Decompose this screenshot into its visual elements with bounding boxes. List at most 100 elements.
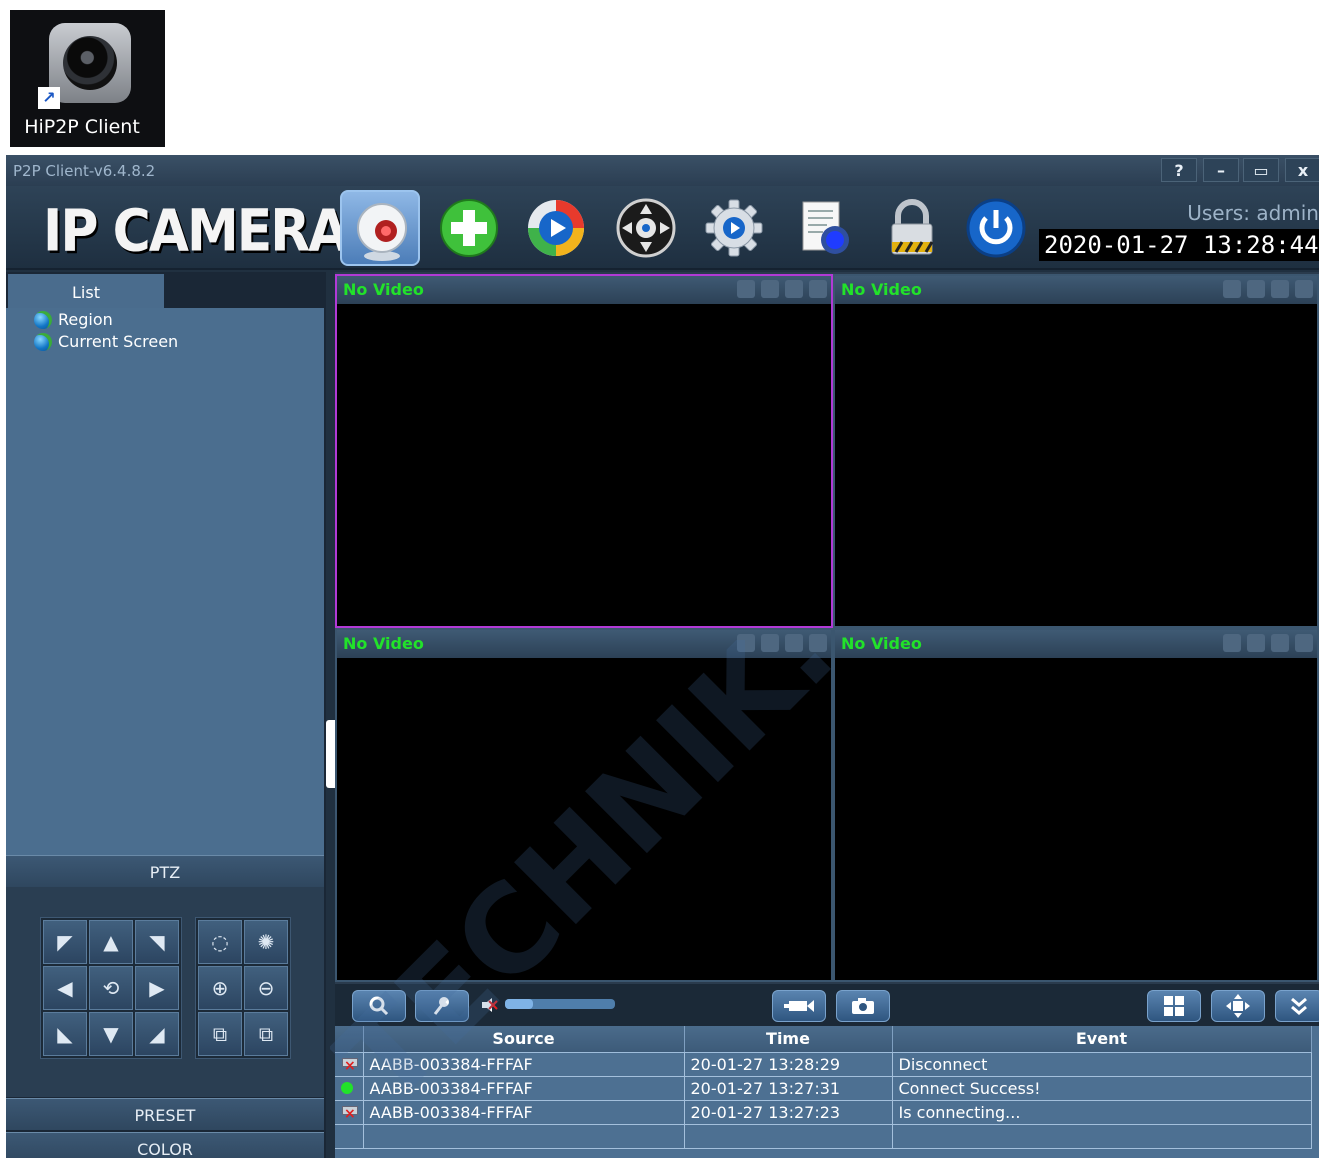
focus-near-icon[interactable]: ◌ bbox=[198, 920, 242, 964]
padlock-icon bbox=[891, 199, 934, 255]
record-icon[interactable] bbox=[1271, 280, 1289, 298]
pane-header: No Video bbox=[337, 630, 831, 658]
layout-button[interactable] bbox=[1147, 990, 1201, 1022]
collapse-panel-handle[interactable] bbox=[326, 720, 335, 788]
expand-log-button[interactable] bbox=[1275, 990, 1319, 1022]
source-cell: AABB-003384-FFFAF bbox=[363, 1076, 685, 1101]
talk-button[interactable] bbox=[415, 990, 469, 1022]
video-pane-2[interactable]: No Video bbox=[833, 274, 1319, 628]
lock-button[interactable] bbox=[872, 190, 952, 266]
close-pane-icon[interactable] bbox=[1295, 634, 1313, 652]
microphone-icon[interactable] bbox=[1223, 634, 1241, 652]
column-event[interactable]: Event bbox=[892, 1026, 1312, 1053]
log-button[interactable] bbox=[785, 190, 865, 266]
record-icon[interactable] bbox=[785, 634, 803, 652]
disconnected-status-icon bbox=[341, 1104, 358, 1122]
date-time-display: 2020-01-27 13:28:44 bbox=[1039, 229, 1319, 261]
mute-speaker-icon[interactable] bbox=[480, 996, 498, 1014]
webcam-icon bbox=[357, 203, 407, 261]
status-cell bbox=[335, 1124, 364, 1149]
status-cell bbox=[335, 1052, 364, 1077]
ptz-up-left-button[interactable]: ◤ bbox=[43, 920, 87, 964]
minimize-button[interactable]: – bbox=[1203, 158, 1239, 182]
preset-section-header[interactable]: PRESET bbox=[6, 1098, 324, 1130]
ptz-down-right-button[interactable]: ◢ bbox=[135, 1012, 179, 1056]
add-device-button[interactable] bbox=[429, 190, 509, 266]
ptz-up-button[interactable]: ▲ bbox=[89, 920, 133, 964]
search-button[interactable] bbox=[352, 990, 406, 1022]
tree-item-current-screen[interactable]: Current Screen bbox=[34, 332, 178, 351]
video-pane-3[interactable]: No Video bbox=[335, 628, 833, 982]
tree-item-region[interactable]: Region bbox=[34, 310, 113, 329]
settings-button[interactable] bbox=[694, 190, 774, 266]
color-section-header[interactable]: COLOR bbox=[6, 1132, 324, 1158]
maximize-button[interactable]: ▭ bbox=[1243, 158, 1279, 182]
table-row[interactable]: AABB-003384-FFFAF 20-01-27 13:27:31 Conn… bbox=[335, 1076, 1312, 1101]
source-cell: AABB-003384-FFFAF bbox=[363, 1052, 685, 1077]
event-cell: Is connecting... bbox=[892, 1100, 1312, 1125]
ptz-down-left-button[interactable]: ◣ bbox=[43, 1012, 87, 1056]
monitor-button[interactable] bbox=[340, 190, 420, 266]
microphone-icon bbox=[433, 997, 449, 1015]
playback-button[interactable] bbox=[516, 190, 596, 266]
video-pane-1[interactable]: No Video bbox=[335, 274, 833, 628]
power-button[interactable] bbox=[956, 190, 1036, 266]
column-status[interactable] bbox=[335, 1026, 364, 1053]
ptz-section-header[interactable]: PTZ bbox=[6, 855, 324, 887]
globe-icon bbox=[34, 310, 52, 329]
time-cell: 20-01-27 13:27:31 bbox=[684, 1076, 893, 1101]
disconnected-status-icon bbox=[341, 1056, 358, 1074]
play-icon bbox=[528, 200, 584, 256]
column-time[interactable]: Time bbox=[684, 1026, 893, 1053]
microphone-icon[interactable] bbox=[1223, 280, 1241, 298]
video-camera-icon bbox=[784, 1000, 814, 1012]
focus-plus-icon[interactable]: ⧉ bbox=[198, 1012, 242, 1056]
iris-icon[interactable]: ✺ bbox=[244, 920, 288, 964]
video-pane-4[interactable]: No Video bbox=[833, 628, 1319, 982]
close-pane-icon[interactable] bbox=[809, 634, 827, 652]
focus-minus-icon[interactable]: ⧉ bbox=[244, 1012, 288, 1056]
status-cell bbox=[335, 1100, 364, 1125]
record-video-button[interactable] bbox=[772, 990, 826, 1022]
speaker-icon[interactable] bbox=[761, 280, 779, 298]
zoom-in-icon[interactable]: ⊕ bbox=[198, 966, 242, 1010]
ptz-right-button[interactable]: ▶ bbox=[135, 966, 179, 1010]
close-pane-icon[interactable] bbox=[809, 280, 827, 298]
document-icon bbox=[802, 201, 849, 254]
source-cell: AABB-003384-FFFAF bbox=[363, 1100, 685, 1125]
connected-status-icon bbox=[341, 1081, 353, 1094]
snapshot-button[interactable] bbox=[836, 990, 890, 1022]
record-icon[interactable] bbox=[1271, 634, 1289, 652]
no-video-label: No Video bbox=[841, 280, 922, 299]
app-window: P2P Client-v6.4.8.2 ? – ▭ x IP CAMERA Us… bbox=[6, 155, 1319, 1158]
table-header-row: Source Time Event bbox=[335, 1026, 1312, 1053]
ptz-left-button[interactable]: ◀ bbox=[43, 966, 87, 1010]
tab-list[interactable]: List bbox=[8, 274, 164, 308]
speaker-icon[interactable] bbox=[1247, 634, 1265, 652]
table-row[interactable]: AABB-003384-FFFAF 20-01-27 13:27:23 Is c… bbox=[335, 1100, 1312, 1125]
window-title: P2P Client-v6.4.8.2 bbox=[13, 162, 156, 180]
ptz-control-button[interactable] bbox=[606, 190, 686, 266]
microphone-icon[interactable] bbox=[737, 634, 755, 652]
record-icon[interactable] bbox=[785, 280, 803, 298]
microphone-icon[interactable] bbox=[737, 280, 755, 298]
desktop-icon-label: HiP2P Client bbox=[24, 116, 140, 138]
help-button[interactable]: ? bbox=[1161, 158, 1197, 182]
main-toolbar: IP CAMERA Users: admin 2020-01-27 13:28:… bbox=[6, 186, 1319, 270]
volume-slider[interactable] bbox=[505, 999, 615, 1009]
pane-header: No Video bbox=[835, 630, 1317, 658]
ptz-controls: ◤ ▲ ◥ ◀ ⟲ ▶ ◣ ▼ ◢ ◌ ✺ ⊕ ⊖ ⧉ ⧉ bbox=[6, 887, 324, 1097]
close-pane-icon[interactable] bbox=[1295, 280, 1313, 298]
speaker-icon[interactable] bbox=[1247, 280, 1265, 298]
ptz-up-right-button[interactable]: ◥ bbox=[135, 920, 179, 964]
zoom-out-icon[interactable]: ⊖ bbox=[244, 966, 288, 1010]
speaker-icon[interactable] bbox=[761, 634, 779, 652]
ptz-down-button[interactable]: ▼ bbox=[89, 1012, 133, 1056]
column-source[interactable]: Source bbox=[363, 1026, 685, 1053]
ptz-auto-rotate-button[interactable]: ⟲ bbox=[89, 966, 133, 1010]
close-button[interactable]: x bbox=[1285, 158, 1319, 182]
desktop-shortcut-hip2p[interactable]: ↗ HiP2P Client bbox=[10, 10, 165, 147]
ptz-lens-controls: ◌ ✺ ⊕ ⊖ ⧉ ⧉ bbox=[195, 917, 291, 1059]
table-row[interactable]: AABB-003384-FFFAF 20-01-27 13:28:29 Disc… bbox=[335, 1052, 1312, 1077]
fullscreen-button[interactable] bbox=[1211, 990, 1265, 1022]
